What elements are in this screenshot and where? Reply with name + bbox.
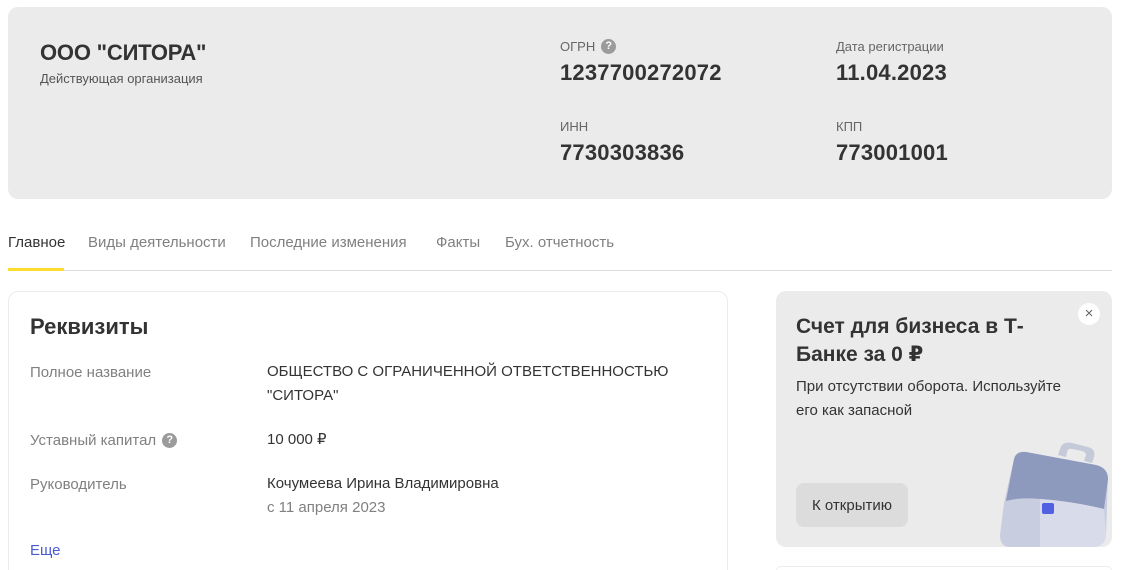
reg-date-block: Дата регистрации 11.04.2023 — [836, 38, 947, 86]
full-name-value: ОБЩЕСТВО С ОГРАНИЧЕННОЙ ОТВЕТСТВЕННОСТЬЮ… — [267, 363, 669, 404]
ogrn-block: ОГРН ? 1237700272072 — [560, 38, 722, 86]
details-card: Реквизиты Полное название ОБЩЕСТВО С ОГР… — [8, 291, 728, 570]
inn-label: ИНН — [560, 118, 589, 134]
promo-text: При отсутствии оборота. Используйте его … — [796, 378, 1061, 419]
more-link[interactable]: Еще — [30, 542, 61, 559]
company-header-card: ООО "СИТОРА" Действующая организация ОГР… — [8, 7, 1112, 199]
ogrn-label: ОГРН — [560, 38, 596, 54]
director-since: с 11 апреля 2023 — [267, 499, 386, 516]
help-icon[interactable]: ? — [162, 433, 178, 448]
company-name: ООО "СИТОРА" — [40, 40, 207, 65]
close-icon[interactable]: × — [1078, 303, 1100, 325]
full-name-label: Полное название — [30, 364, 152, 381]
promo-title: Счет для бизнеса в Т-Банке за 0 ₽ — [796, 315, 1024, 366]
section-tabs: Главное Виды деятельности Последние изме… — [8, 222, 1112, 271]
promo-card: Счет для бизнеса в Т-Банке за 0 ₽ При от… — [776, 291, 1112, 547]
promo-open-button[interactable]: К открытию — [796, 483, 908, 527]
active-tab-indicator — [8, 268, 64, 271]
help-icon[interactable]: ? — [601, 38, 617, 54]
inn-value: 7730303836 — [560, 140, 685, 165]
kpp-label: КПП — [836, 118, 863, 134]
tab-main[interactable]: Главное — [8, 234, 65, 251]
reg-date-label: Дата регистрации — [836, 38, 944, 54]
kpp-value: 773001001 — [836, 140, 948, 165]
inn-block: ИНН 7730303836 — [560, 118, 684, 166]
capital-label-row: Уставный капитал ? — [30, 432, 178, 449]
director-value: Кочумеева Ирина Владимировна с 11 апреля… — [267, 472, 707, 520]
kpp-block: КПП 773001001 — [836, 118, 948, 166]
reg-date-value: 11.04.2023 — [836, 60, 947, 85]
next-card-edge — [776, 566, 1112, 570]
director-label: Руководитель — [30, 476, 127, 493]
ogrn-value: 1237700272072 — [560, 60, 722, 85]
briefcase-icon — [1000, 442, 1108, 547]
company-status: Действующая организация — [40, 71, 203, 86]
tab-recent-changes[interactable]: Последние изменения — [250, 234, 407, 251]
tab-accounting-reports[interactable]: Бух. отчетность — [505, 234, 614, 251]
tab-activities[interactable]: Виды деятельности — [88, 234, 226, 251]
capital-label: Уставный капитал — [30, 432, 157, 449]
details-title: Реквизиты — [30, 314, 149, 339]
director-name[interactable]: Кочумеева Ирина Владимировна — [267, 472, 707, 496]
tab-facts[interactable]: Факты — [436, 234, 480, 251]
capital-value: 10 000 ₽ — [267, 431, 327, 448]
